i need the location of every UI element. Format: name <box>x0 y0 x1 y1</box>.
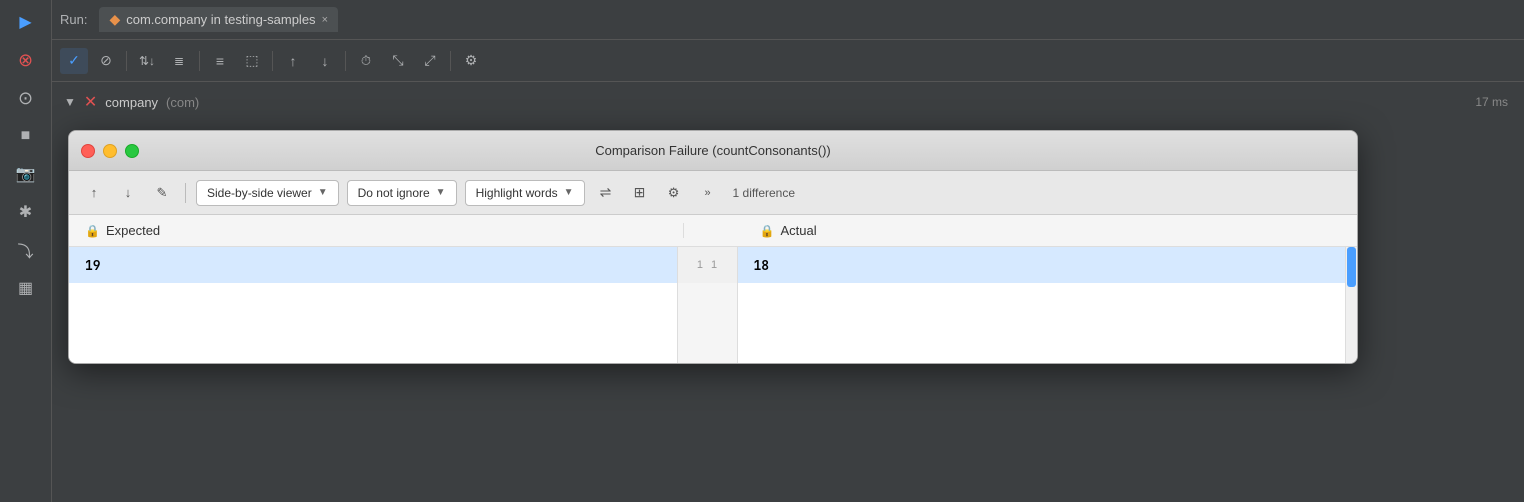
run-label: Run: <box>60 12 87 27</box>
bug-button[interactable]: ⊗ <box>8 42 44 78</box>
rerun-button[interactable]: ✱ <box>8 194 44 230</box>
up-button[interactable]: ↑ <box>279 48 307 74</box>
expected-value: 19 <box>85 257 101 274</box>
test-module: (com) <box>166 95 199 110</box>
test-fail-icon: ✕ <box>84 92 97 112</box>
expected-value-cell: 19 <box>69 247 678 283</box>
toolbar-sep-4 <box>345 51 346 71</box>
expected-empty-cell <box>69 283 678 363</box>
run-toolbar: ✓ ⊘ ⇅↓ ≣ ≡ ⬚ ↑ ↓ ⏱ ⤡ ⤢ ⚙ <box>52 40 1524 82</box>
check-button[interactable]: ✓ <box>60 48 88 74</box>
next-diff-button[interactable]: » <box>695 181 721 205</box>
scrollbar-track[interactable] <box>1345 247 1357 363</box>
expected-label: Expected <box>106 223 160 238</box>
scrollbar-thumb[interactable] <box>1347 247 1356 287</box>
cancel-button[interactable]: ⊘ <box>92 48 120 74</box>
toolbar-sep-1 <box>126 51 127 71</box>
actual-lock-icon: 🔒 <box>760 224 775 238</box>
comparison-content: 🔒 Expected 🔒 Actual 19 <box>69 215 1357 363</box>
actual-label: Actual <box>780 223 816 238</box>
actual-value-cell: 18 <box>738 247 1346 283</box>
camera-button[interactable]: 📷 <box>8 156 44 192</box>
diff-down-button[interactable]: ↓ <box>115 181 141 205</box>
play-button[interactable]: ▶ <box>8 4 44 40</box>
ignore-dropdown[interactable]: Do not ignore ▼ <box>347 180 457 206</box>
comparison-dialog: Comparison Failure (countConsonants()) ↑… <box>68 130 1358 364</box>
maximize-traffic-light[interactable] <box>125 144 139 158</box>
actual-value: 18 <box>754 257 770 274</box>
dialog-settings-button[interactable]: ⚙ <box>661 181 687 205</box>
columns-button[interactable]: ⊞ <box>627 181 653 205</box>
line-numbers-empty-cell <box>678 283 738 363</box>
dialog-overlay: Comparison Failure (countConsonants()) ↑… <box>52 122 1524 502</box>
main-content: Run: ◆ com.company in testing-samples × … <box>52 0 1524 502</box>
clock-button[interactable]: ⏱ <box>352 48 380 74</box>
tab-name: com.company in testing-samples <box>126 12 315 27</box>
sort-desc-button[interactable]: ≣ <box>165 48 193 74</box>
expected-lock-icon: 🔒 <box>85 224 100 238</box>
test-name: company <box>105 95 158 110</box>
dialog-toolbar: ↑ ↓ ✎ Side-by-side viewer ▼ Do not ignor… <box>69 171 1357 215</box>
tab-bar: Run: ◆ com.company in testing-samples × <box>52 0 1524 40</box>
highlight-dropdown[interactable]: Highlight words ▼ <box>465 180 585 206</box>
viewer-dropdown-arrow-icon: ▼ <box>318 187 328 198</box>
test-time: 17 ms <box>1475 95 1508 109</box>
run-tab[interactable]: ◆ com.company in testing-samples × <box>99 7 338 32</box>
sort-asc-button[interactable]: ⇅↓ <box>133 48 161 74</box>
dialog-titlebar: Comparison Failure (countConsonants()) <box>69 131 1357 171</box>
expand-button[interactable]: ⤢ <box>416 48 444 74</box>
sidebar: ▶ ⊗ ⊙ ■ 📷 ✱ ⤵ ▦ <box>0 0 52 502</box>
comparison-headers: 🔒 Expected 🔒 Actual <box>69 215 1357 247</box>
collapse-button[interactable]: ⤡ <box>384 48 412 74</box>
coverage-button[interactable]: ⊙ <box>8 80 44 116</box>
actual-header: 🔒 Actual <box>744 223 1358 238</box>
line-numbers-cell: 1 1 <box>678 247 738 283</box>
settings-button[interactable]: ⚙ <box>457 48 485 74</box>
minimize-traffic-light[interactable] <box>103 144 117 158</box>
ignore-dropdown-label: Do not ignore <box>358 186 430 200</box>
dialog-toolbar-sep-1 <box>185 183 186 203</box>
tab-close-button[interactable]: × <box>322 14 328 26</box>
expected-header: 🔒 Expected <box>69 223 684 238</box>
diff-edit-button[interactable]: ✎ <box>149 181 175 205</box>
dialog-title: Comparison Failure (countConsonants()) <box>595 143 831 158</box>
ignore-dropdown-arrow-icon: ▼ <box>436 187 446 198</box>
close-traffic-light[interactable] <box>81 144 95 158</box>
tab-arrow-icon: ◆ <box>109 11 120 28</box>
diff-up-button[interactable]: ↑ <box>81 181 107 205</box>
traffic-lights <box>81 144 139 158</box>
down-button[interactable]: ↓ <box>311 48 339 74</box>
align-center-button[interactable]: ≡ <box>206 48 234 74</box>
diff-count: 1 difference <box>733 186 796 200</box>
actual-empty-cell <box>738 283 1346 363</box>
right-line-num: 1 <box>711 259 717 271</box>
import-button[interactable]: ⤵ <box>8 232 44 268</box>
align-alt-button[interactable]: ⬚ <box>238 48 266 74</box>
sync-button[interactable]: ⇌ <box>593 181 619 205</box>
grid-button[interactable]: ▦ <box>8 270 44 306</box>
toolbar-sep-3 <box>272 51 273 71</box>
viewer-dropdown[interactable]: Side-by-side viewer ▼ <box>196 180 339 206</box>
left-line-num: 1 <box>697 259 703 271</box>
stop-button[interactable]: ■ <box>8 118 44 154</box>
test-result-row: ▼ ✕ company (com) 17 ms <box>52 82 1524 122</box>
toolbar-sep-2 <box>199 51 200 71</box>
expand-arrow-icon[interactable]: ▼ <box>64 95 76 109</box>
toolbar-sep-5 <box>450 51 451 71</box>
highlight-dropdown-arrow-icon: ▼ <box>564 187 574 198</box>
comparison-row-1: 19 1 1 18 <box>69 247 1345 283</box>
highlight-dropdown-label: Highlight words <box>476 186 558 200</box>
comparison-row-2 <box>69 283 1345 363</box>
viewer-dropdown-label: Side-by-side viewer <box>207 186 312 200</box>
comparison-data-rows: 19 1 1 18 <box>69 247 1357 363</box>
